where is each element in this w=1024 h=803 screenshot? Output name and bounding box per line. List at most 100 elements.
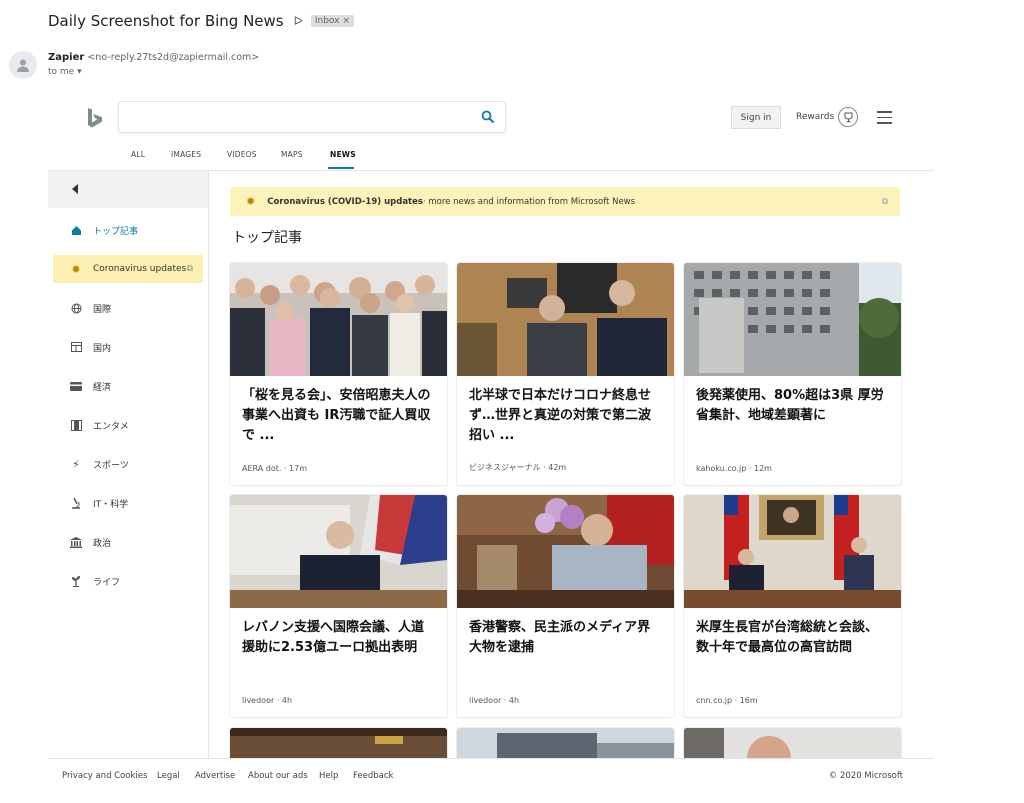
news-card[interactable]: 香港警察、民主派のメディア界大物を逮捕 livedoor · 4h bbox=[457, 495, 674, 717]
external-link-icon: ⧉ bbox=[881, 196, 888, 207]
sidebar-item-label: 国内 bbox=[93, 343, 112, 354]
sidebar-item-business[interactable]: 経済 bbox=[53, 372, 203, 400]
rewards-link[interactable]: Rewards bbox=[796, 112, 834, 122]
footer-link-privacy[interactable]: Privacy and Cookies bbox=[62, 771, 147, 781]
nav-images[interactable]: IMAGES bbox=[171, 150, 201, 159]
covid-banner[interactable]: ✹ Coronavirus (COVID-19) updates · more … bbox=[230, 187, 900, 216]
page-footer: Privacy and Cookies Legal Advertise Abou… bbox=[48, 758, 934, 792]
sidebar-item-label: 政治 bbox=[93, 538, 112, 549]
menu-icon[interactable] bbox=[877, 111, 892, 128]
sun-icon: ✹ bbox=[71, 262, 81, 276]
nav-news[interactable]: NEWS bbox=[330, 150, 356, 159]
banner-title: Coronavirus (COVID-19) updates bbox=[267, 196, 423, 207]
sidebar-item-science[interactable]: IT・科学 bbox=[53, 489, 203, 517]
sender-line: Zapier <no-reply.27ts2d@zapiermail.com> bbox=[48, 52, 259, 63]
card-headline[interactable]: 香港警察、民主派のメディア界大物を逮捕 bbox=[457, 608, 674, 680]
sidebar-item-national[interactable]: 国内 bbox=[53, 333, 203, 361]
plant-icon bbox=[69, 575, 83, 587]
collapse-sidebar-button[interactable] bbox=[48, 171, 208, 208]
news-photo-interview[interactable] bbox=[457, 495, 674, 608]
card-source: kahoku.co.jp · 12m bbox=[696, 464, 772, 473]
sidebar-item-label: トップ記事 bbox=[93, 226, 139, 237]
sidebar-item-entertainment[interactable]: エンタメ bbox=[53, 411, 203, 439]
sidebar-item-life[interactable]: ライフ bbox=[53, 567, 203, 595]
inbox-label-text: Inbox bbox=[314, 16, 340, 26]
news-card[interactable]: レバノン支援へ国際会議、人道援助に2.53億ユーロ拠出表明 livedoor ·… bbox=[230, 495, 447, 717]
sidebar-item-label: 経済 bbox=[93, 382, 112, 393]
nav-maps[interactable]: MAPS bbox=[281, 150, 303, 159]
footer-link-advertise[interactable]: Advertise bbox=[195, 771, 235, 781]
news-photo-meeting[interactable] bbox=[684, 495, 901, 608]
sports-icon: ⚡ bbox=[72, 457, 80, 471]
search-input[interactable] bbox=[118, 101, 506, 133]
news-card[interactable]: 「桜を見る会」、安倍昭恵夫人の事業へ出資も IR汚職で証人買収で ... AER… bbox=[230, 263, 447, 485]
card-icon bbox=[69, 381, 83, 391]
sidebar-item-label: エンタメ bbox=[93, 421, 129, 432]
footer-link-help[interactable]: Help bbox=[319, 771, 338, 781]
globe-icon bbox=[69, 303, 83, 314]
news-sidebar: トップ記事 ✹ Coronavirus updates ⧉ 国際 国内 経済 エ… bbox=[48, 171, 209, 761]
microscope-icon bbox=[69, 497, 83, 509]
news-photo-building[interactable] bbox=[684, 263, 901, 376]
news-photo-press[interactable] bbox=[457, 263, 674, 376]
email-subject-row: Daily Screenshot for Bing News ᐅ Inbox × bbox=[48, 12, 355, 30]
footer-link-feedback[interactable]: Feedback bbox=[353, 771, 393, 781]
nav-all[interactable]: ALL bbox=[131, 150, 145, 159]
building-icon bbox=[69, 536, 83, 548]
sidebar-item-sports[interactable]: ⚡ スポーツ bbox=[53, 450, 203, 478]
card-source: ビジネスジャーナル · 42m bbox=[469, 463, 567, 472]
collapse-arrow-icon bbox=[72, 184, 78, 194]
search-icon[interactable] bbox=[481, 110, 495, 124]
person-icon bbox=[17, 59, 29, 72]
footer-link-legal[interactable]: Legal bbox=[157, 771, 180, 781]
sender-email: <no-reply.27ts2d@zapiermail.com> bbox=[87, 52, 260, 63]
copyright: © 2020 Microsoft bbox=[828, 771, 903, 781]
layout-icon bbox=[69, 342, 83, 352]
card-headline[interactable]: 北半球で日本だけコロナ終息せず…世界と真逆の対策で第二波招い ... bbox=[457, 376, 674, 448]
card-headline[interactable]: 後発薬使用、80%超は3県 厚労省集計、地域差顕著に bbox=[684, 376, 901, 448]
card-headline[interactable]: 米厚生長官が台湾総統と会談、数十年で最高位の高官訪問 bbox=[684, 608, 901, 680]
banner-subtitle: · more news and information from Microso… bbox=[422, 196, 636, 207]
remove-label-icon[interactable]: × bbox=[343, 16, 351, 26]
active-tab-underline bbox=[328, 167, 354, 169]
bing-news-page: Sign in Rewards ALL IMAGES VIDEOS MAPS N… bbox=[48, 95, 934, 803]
bing-logo-icon[interactable] bbox=[86, 107, 104, 133]
news-photo-crowd[interactable] bbox=[230, 263, 447, 376]
recipient-dropdown-icon[interactable]: ▾ bbox=[77, 67, 82, 77]
footer-link-about-ads[interactable]: About our ads bbox=[248, 771, 308, 781]
sign-in-button[interactable]: Sign in bbox=[731, 106, 781, 129]
news-photo-conference[interactable] bbox=[230, 495, 447, 608]
sidebar-item-politics[interactable]: 政治 bbox=[53, 528, 203, 556]
sender-name: Zapier bbox=[48, 52, 85, 63]
external-link-icon: ⧉ bbox=[186, 264, 193, 274]
sidebar-item-label: スポーツ bbox=[93, 460, 129, 471]
recipient-text: to me bbox=[48, 67, 75, 77]
sidebar-item-label: ライフ bbox=[93, 577, 121, 588]
sun-icon: ✹ bbox=[246, 195, 256, 208]
sidebar-item-label: 国際 bbox=[93, 304, 112, 315]
trophy-icon[interactable] bbox=[838, 107, 858, 127]
recipient-line[interactable]: to me ▾ bbox=[48, 67, 82, 77]
card-source: livedoor · 4h bbox=[242, 696, 293, 705]
card-source: cnn.co.jp · 16m bbox=[696, 696, 758, 705]
sidebar-item-world[interactable]: 国際 bbox=[53, 294, 203, 322]
film-icon bbox=[69, 419, 83, 431]
sidebar-item-label: IT・科学 bbox=[93, 499, 129, 510]
card-headline[interactable]: レバノン支援へ国際会議、人道援助に2.53億ユーロ拠出表明 bbox=[230, 608, 447, 680]
news-card[interactable]: 北半球で日本だけコロナ終息せず…世界と真逆の対策で第二波招い ... ビジネスジ… bbox=[457, 263, 674, 485]
home-icon bbox=[69, 225, 83, 236]
card-headline[interactable]: 「桜を見る会」、安倍昭恵夫人の事業へ出資も IR汚職で証人買収で ... bbox=[230, 376, 447, 448]
important-marker-icon[interactable]: ᐅ bbox=[294, 14, 303, 28]
news-card[interactable]: 米厚生長官が台湾総統と会談、数十年で最高位の高官訪問 cnn.co.jp · 1… bbox=[684, 495, 901, 717]
sidebar-item-top-stories[interactable]: トップ記事 bbox=[53, 216, 203, 244]
sidebar-item-coronavirus[interactable]: ✹ Coronavirus updates ⧉ bbox=[53, 255, 203, 283]
inbox-label-chip[interactable]: Inbox × bbox=[310, 15, 355, 27]
vertical-nav: ALL IMAGES VIDEOS MAPS NEWS bbox=[48, 143, 934, 171]
card-source: AERA dot. · 17m bbox=[242, 464, 308, 473]
news-card[interactable]: 後発薬使用、80%超は3県 厚労省集計、地域差顕著に kahoku.co.jp … bbox=[684, 263, 901, 485]
sidebar-item-label: Coronavirus updates bbox=[93, 264, 187, 274]
section-title: トップ記事 bbox=[232, 230, 302, 246]
nav-videos[interactable]: VIDEOS bbox=[227, 150, 257, 159]
sender-avatar bbox=[9, 51, 37, 79]
email-subject: Daily Screenshot for Bing News bbox=[48, 12, 284, 30]
